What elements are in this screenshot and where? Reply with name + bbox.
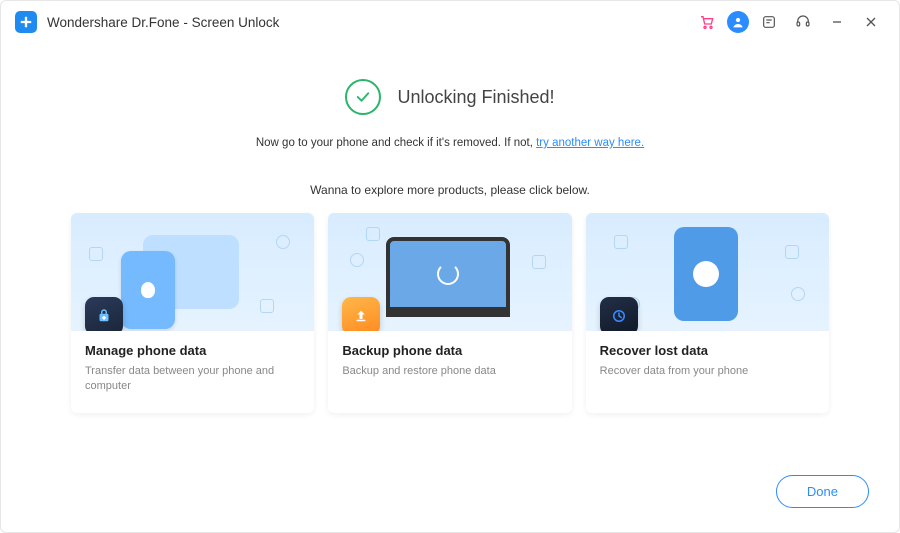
manage-data-icon	[85, 297, 123, 331]
account-icon[interactable]	[727, 11, 749, 33]
card-desc: Backup and restore phone data	[342, 364, 557, 379]
card-illustration	[586, 213, 829, 331]
backup-data-icon	[342, 297, 380, 331]
card-desc: Recover data from your phone	[600, 364, 815, 379]
support-icon[interactable]	[789, 8, 817, 36]
card-illustration	[71, 213, 314, 331]
titlebar: Wondershare Dr.Fone - Screen Unlock	[1, 1, 899, 43]
card-illustration	[328, 213, 571, 331]
done-button[interactable]: Done	[776, 475, 869, 508]
hero-title: Unlocking Finished!	[397, 87, 554, 108]
card-title: Manage phone data	[85, 343, 300, 358]
app-title: Wondershare Dr.Fone - Screen Unlock	[47, 15, 279, 30]
cart-icon[interactable]	[693, 8, 721, 36]
close-icon[interactable]	[857, 8, 885, 36]
app-logo-icon	[15, 11, 37, 33]
try-another-way-link[interactable]: try another way here.	[536, 137, 644, 149]
card-backup-phone-data[interactable]: Backup phone data Backup and restore pho…	[328, 213, 571, 413]
card-title: Backup phone data	[342, 343, 557, 358]
recover-data-icon	[600, 297, 638, 331]
card-manage-phone-data[interactable]: Manage phone data Transfer data between …	[71, 213, 314, 413]
card-desc: Transfer data between your phone and com…	[85, 364, 300, 395]
hero-sub-prefix: Now go to your phone and check if it's r…	[256, 137, 536, 149]
hero-subtext: Now go to your phone and check if it's r…	[1, 137, 899, 149]
feedback-icon[interactable]	[755, 8, 783, 36]
hero-section: Unlocking Finished! Now go to your phone…	[1, 79, 899, 149]
success-check-icon	[345, 79, 381, 115]
card-title: Recover lost data	[600, 343, 815, 358]
card-recover-lost-data[interactable]: Recover lost data Recover data from your…	[586, 213, 829, 413]
product-cards: Manage phone data Transfer data between …	[1, 213, 899, 413]
explore-text: Wanna to explore more products, please c…	[1, 183, 899, 197]
minimize-icon[interactable]	[823, 8, 851, 36]
